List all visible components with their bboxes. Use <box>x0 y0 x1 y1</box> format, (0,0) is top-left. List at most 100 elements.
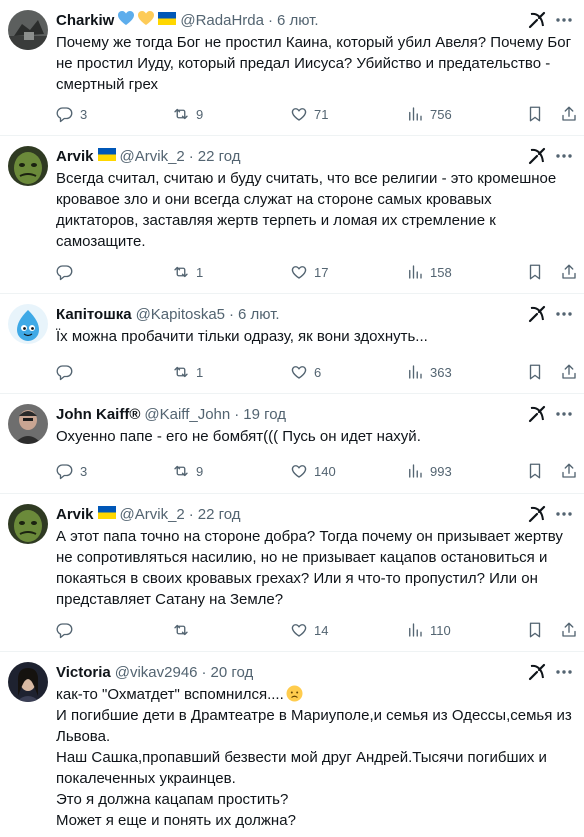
reply-icon <box>56 464 73 480</box>
timestamp[interactable]: 22 год <box>198 148 241 165</box>
ukraine-flag-icon <box>97 147 116 165</box>
action-bar: 3 9 140 993 <box>56 461 576 481</box>
tweet-item[interactable]: Arvik @Arvik_2 · 22 год Всегда считал, с… <box>0 136 584 294</box>
reply-button[interactable] <box>56 262 80 282</box>
repost-icon <box>174 366 188 378</box>
user-handle[interactable]: @Arvik_2 <box>120 148 185 165</box>
share-button[interactable] <box>560 262 578 282</box>
avatar[interactable] <box>8 304 48 344</box>
share-button[interactable] <box>560 461 578 481</box>
timestamp[interactable]: 6 лют. <box>277 12 319 29</box>
views-button[interactable]: 756 <box>406 104 452 124</box>
bookmark-icon <box>529 364 541 380</box>
avatar[interactable] <box>8 662 48 702</box>
user-handle[interactable]: @Arvik_2 <box>120 506 185 523</box>
repost-count: 1 <box>196 364 204 380</box>
grok-icon[interactable] <box>528 663 546 681</box>
bookmark-icon <box>529 463 541 479</box>
separator-dot: · <box>188 147 194 165</box>
repost-icon <box>174 266 188 278</box>
tweet-header: Victoria @vikav2946 · 20 год <box>56 662 253 682</box>
more-options-icon[interactable] <box>555 406 573 422</box>
tweet-item[interactable]: Charkiw @RadaHrda · 6 лют. Почему же тог… <box>0 0 584 136</box>
share-button[interactable] <box>560 362 578 382</box>
display-name[interactable]: Капітошка <box>56 306 132 323</box>
tweet-item[interactable]: John Kaiff® @Kaiff_John · 19 год Охуенно… <box>0 394 584 494</box>
share-button[interactable] <box>560 620 578 640</box>
repost-button[interactable]: 9 <box>172 461 203 481</box>
reply-button[interactable] <box>56 620 80 640</box>
tweet-item[interactable]: Капітошка @Kapitoska5 · 6 лют. Їх можна … <box>0 294 584 394</box>
bookmark-button[interactable] <box>526 362 544 382</box>
display-name[interactable]: Arvik <box>56 506 94 523</box>
like-button[interactable]: 71 <box>290 104 328 124</box>
views-button[interactable]: 363 <box>406 362 452 382</box>
grok-icon[interactable] <box>528 405 546 423</box>
bookmark-button[interactable] <box>526 461 544 481</box>
display-name[interactable]: Charkiw <box>56 12 114 29</box>
timestamp[interactable]: 19 год <box>243 406 286 423</box>
tweet-item[interactable]: Arvik @Arvik_2 · 22 год А этот папа точн… <box>0 494 584 652</box>
timestamp[interactable]: 22 год <box>198 506 241 523</box>
reply-button[interactable]: 3 <box>56 104 87 124</box>
tweet-header: Arvik @Arvik_2 · 22 год <box>56 504 241 524</box>
share-icon <box>562 106 576 121</box>
display-name[interactable]: John Kaiff® <box>56 406 140 423</box>
avatar[interactable] <box>8 10 48 50</box>
views-button[interactable]: 110 <box>406 620 451 640</box>
user-handle[interactable]: @Kaiff_John <box>144 406 230 423</box>
bookmark-button[interactable] <box>526 262 544 282</box>
share-button[interactable] <box>560 104 578 124</box>
repost-button[interactable]: 1 <box>172 262 203 282</box>
views-button[interactable]: 993 <box>406 461 452 481</box>
action-bar: 3 9 71 756 <box>56 104 576 124</box>
separator-dot: · <box>234 405 240 423</box>
avatar[interactable] <box>8 504 48 544</box>
repost-button[interactable]: 1 <box>172 362 203 382</box>
reply-button[interactable] <box>56 362 80 382</box>
more-options-icon[interactable] <box>555 664 573 680</box>
timestamp[interactable]: 6 лют. <box>238 306 280 323</box>
like-count: 14 <box>314 622 329 638</box>
user-handle[interactable]: @RadaHrda <box>180 12 264 29</box>
reply-icon <box>56 107 73 123</box>
like-button[interactable]: 6 <box>290 362 321 382</box>
user-handle[interactable]: @vikav2946 <box>115 664 198 681</box>
like-button[interactable]: 17 <box>290 262 328 282</box>
reply-button[interactable]: 3 <box>56 461 87 481</box>
like-button[interactable]: 14 <box>290 620 328 640</box>
tweet-header: Arvik @Arvik_2 · 22 год <box>56 146 241 166</box>
views-icon <box>409 107 422 121</box>
like-count: 71 <box>314 106 329 122</box>
more-options-icon[interactable] <box>555 506 573 522</box>
display-name[interactable]: Arvik <box>56 148 94 165</box>
timestamp[interactable]: 20 год <box>211 664 254 681</box>
grok-icon[interactable] <box>528 305 546 323</box>
user-handle[interactable]: @Kapitoska5 <box>136 306 225 323</box>
repost-icon <box>174 108 188 120</box>
tweet-header: Charkiw @RadaHrda · 6 лют. <box>56 10 319 30</box>
more-options-icon[interactable] <box>555 148 573 164</box>
grok-icon[interactable] <box>528 147 546 165</box>
repost-button[interactable]: 9 <box>172 104 203 124</box>
bookmark-button[interactable] <box>526 620 544 640</box>
like-button[interactable]: 140 <box>290 461 336 481</box>
bookmark-button[interactable] <box>526 104 544 124</box>
views-button[interactable]: 158 <box>406 262 452 282</box>
avatar[interactable] <box>8 146 48 186</box>
grok-icon[interactable] <box>528 11 546 29</box>
repost-count: 1 <box>196 264 204 280</box>
tweet-text: Всегда считал, считаю и буду считать, чт… <box>56 170 557 250</box>
repost-button[interactable] <box>172 620 196 640</box>
display-name[interactable]: Victoria <box>56 664 111 681</box>
bookmark-icon <box>529 264 541 280</box>
avatar[interactable] <box>8 404 48 444</box>
tweet-item[interactable]: Victoria @vikav2946 · 20 год как-то "Охм… <box>0 652 584 837</box>
like-count: 140 <box>314 463 336 479</box>
grok-icon[interactable] <box>528 505 546 523</box>
share-icon <box>562 364 576 379</box>
more-options-icon[interactable] <box>555 12 573 28</box>
more-options-icon[interactable] <box>555 306 573 322</box>
reply-icon <box>56 623 73 639</box>
repost-count: 9 <box>196 463 204 479</box>
